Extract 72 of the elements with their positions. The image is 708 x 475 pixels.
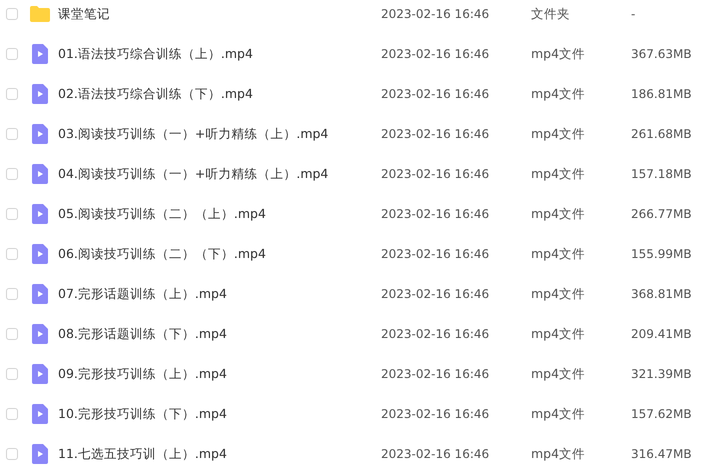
folder-name[interactable]: 课堂笔记 bbox=[58, 6, 381, 22]
file-size: 321.39MB bbox=[631, 367, 692, 381]
video-file-icon bbox=[32, 284, 48, 304]
file-size: 261.68MB bbox=[631, 127, 692, 141]
file-name[interactable]: 11.七选五技巧训（上）.mp4 bbox=[58, 446, 381, 462]
file-name[interactable]: 06.阅读技巧训练（二）（下）.mp4 bbox=[58, 246, 381, 262]
file-name[interactable]: 01.语法技巧综合训练（上）.mp4 bbox=[58, 46, 381, 62]
file-type: mp4文件 bbox=[531, 46, 586, 62]
file-type: mp4文件 bbox=[531, 326, 586, 342]
video-file-icon bbox=[32, 84, 48, 104]
video-file-icon bbox=[32, 444, 48, 464]
checkbox[interactable] bbox=[6, 48, 18, 60]
file-size: 157.62MB bbox=[631, 407, 692, 421]
modified-date: 2023-02-16 16:46 bbox=[381, 127, 490, 141]
checkbox[interactable] bbox=[6, 8, 18, 20]
file-name[interactable]: 07.完形话题训练（上）.mp4 bbox=[58, 286, 381, 302]
file-type: mp4文件 bbox=[531, 166, 586, 182]
checkbox[interactable] bbox=[6, 328, 18, 340]
checkbox[interactable] bbox=[6, 408, 18, 420]
modified-date: 2023-02-16 16:46 bbox=[381, 287, 490, 301]
video-file-icon bbox=[32, 44, 48, 64]
checkbox[interactable] bbox=[6, 88, 18, 100]
video-file-icon bbox=[32, 364, 48, 384]
file-size: 155.99MB bbox=[631, 247, 692, 261]
modified-date: 2023-02-16 16:46 bbox=[381, 367, 490, 381]
file-type: mp4文件 bbox=[531, 406, 586, 422]
file-type: 文件夹 bbox=[531, 6, 571, 22]
checkbox[interactable] bbox=[6, 168, 18, 180]
modified-date: 2023-02-16 16:46 bbox=[381, 7, 490, 21]
modified-date: 2023-02-16 16:46 bbox=[381, 87, 490, 101]
file-size: 368.81MB bbox=[631, 287, 692, 301]
file-type: mp4文件 bbox=[531, 246, 586, 262]
modified-date: 2023-02-16 16:46 bbox=[381, 47, 490, 61]
file-type: mp4文件 bbox=[531, 206, 586, 222]
file-type: mp4文件 bbox=[531, 126, 586, 142]
file-type: mp4文件 bbox=[531, 286, 586, 302]
file-type: mp4文件 bbox=[531, 86, 586, 102]
checkbox[interactable] bbox=[6, 128, 18, 140]
file-size: 266.77MB bbox=[631, 207, 692, 221]
video-file-icon bbox=[32, 404, 48, 424]
folder-icon bbox=[30, 6, 50, 22]
checkbox[interactable] bbox=[6, 248, 18, 260]
checkbox[interactable] bbox=[6, 448, 18, 460]
modified-date: 2023-02-16 16:46 bbox=[381, 247, 490, 261]
modified-date: 2023-02-16 16:46 bbox=[381, 207, 490, 221]
file-name[interactable]: 05.阅读技巧训练（二）（上）.mp4 bbox=[58, 206, 381, 222]
modified-date: 2023-02-16 16:46 bbox=[381, 167, 490, 181]
checkbox[interactable] bbox=[6, 288, 18, 300]
file-size: 157.18MB bbox=[631, 167, 692, 181]
file-name[interactable]: 09.完形技巧训练（上）.mp4 bbox=[58, 366, 381, 382]
video-file-icon bbox=[32, 204, 48, 224]
video-file-icon bbox=[32, 324, 48, 344]
file-name[interactable]: 04.阅读技巧训练（一）+听力精练（上）.mp4 bbox=[58, 166, 381, 182]
modified-date: 2023-02-16 16:46 bbox=[381, 447, 490, 461]
modified-date: 2023-02-16 16:46 bbox=[381, 407, 490, 421]
file-size: 316.47MB bbox=[631, 447, 692, 461]
modified-date: 2023-02-16 16:46 bbox=[381, 327, 490, 341]
video-file-icon bbox=[32, 244, 48, 264]
file-name[interactable]: 03.阅读技巧训练（一）+听力精练（上）.mp4 bbox=[58, 126, 381, 142]
checkbox[interactable] bbox=[6, 208, 18, 220]
file-size: - bbox=[631, 7, 636, 21]
file-name[interactable]: 10.完形技巧训练（下）.mp4 bbox=[58, 406, 381, 422]
file-type: mp4文件 bbox=[531, 366, 586, 382]
file-type: mp4文件 bbox=[531, 446, 586, 462]
checkbox[interactable] bbox=[6, 368, 18, 380]
file-size: 186.81MB bbox=[631, 87, 692, 101]
video-file-icon bbox=[32, 164, 48, 184]
file-name[interactable]: 02.语法技巧综合训练（下）.mp4 bbox=[58, 86, 381, 102]
video-file-icon bbox=[32, 124, 48, 144]
file-size: 367.63MB bbox=[631, 47, 692, 61]
file-size: 209.41MB bbox=[631, 327, 692, 341]
file-name[interactable]: 08.完形话题训练（下）.mp4 bbox=[58, 326, 381, 342]
